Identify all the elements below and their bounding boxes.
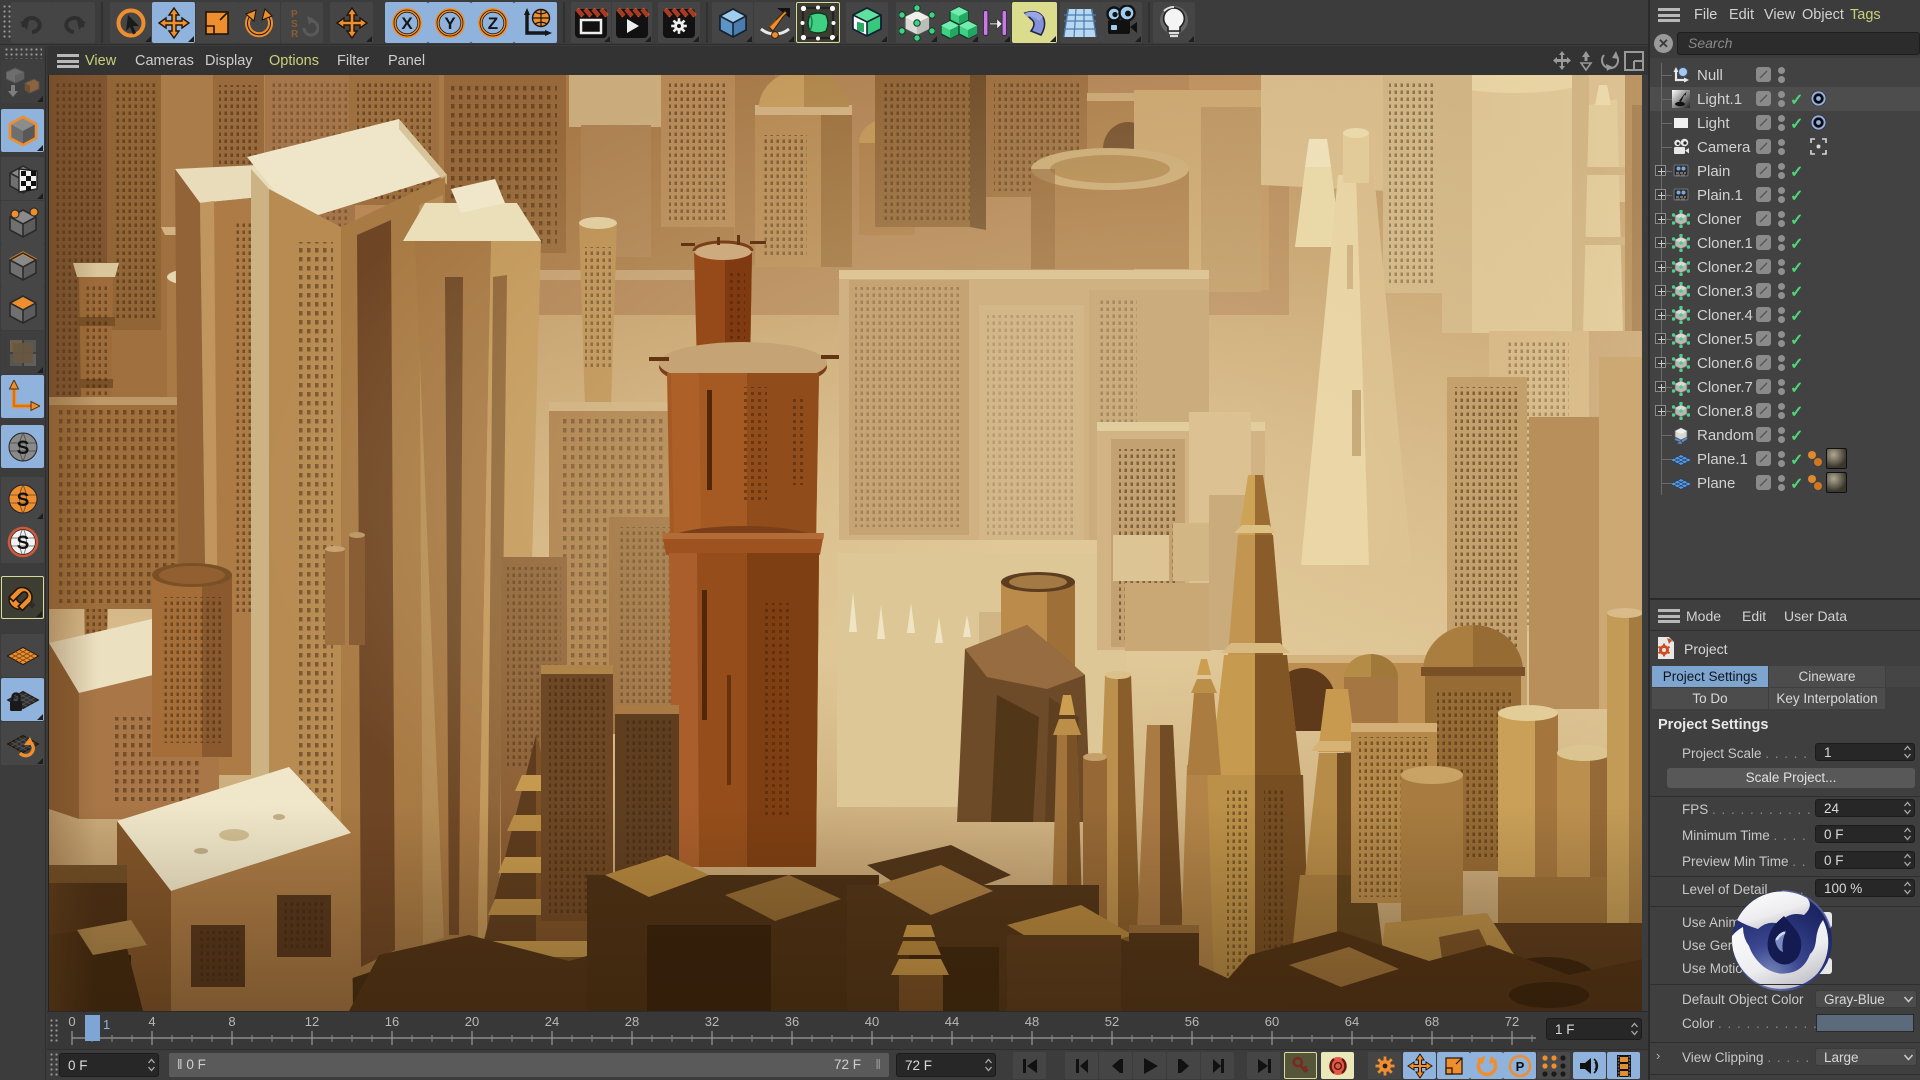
svg-text:68: 68: [1425, 1014, 1439, 1029]
svg-text:16: 16: [385, 1014, 399, 1029]
svg-text:40: 40: [865, 1014, 879, 1029]
svg-text:32: 32: [705, 1014, 719, 1029]
svg-text:4: 4: [148, 1014, 155, 1029]
svg-text:12: 12: [305, 1014, 319, 1029]
svg-text:R: R: [291, 29, 299, 40]
svg-text:60: 60: [1265, 1014, 1279, 1029]
svg-text:72: 72: [1505, 1014, 1519, 1029]
svg-text:8: 8: [228, 1014, 235, 1029]
svg-text:Y: Y: [444, 14, 456, 33]
svg-text:S: S: [16, 533, 29, 554]
svg-text:36: 36: [785, 1014, 799, 1029]
svg-text:20: 20: [465, 1014, 479, 1029]
svg-text:56: 56: [1185, 1014, 1199, 1029]
svg-text:S: S: [16, 490, 29, 511]
svg-text:P: P: [1515, 1059, 1524, 1074]
svg-text:S: S: [16, 438, 29, 459]
svg-text:52: 52: [1105, 1014, 1119, 1029]
svg-text:Z: Z: [487, 14, 497, 33]
svg-text:24: 24: [545, 1014, 559, 1029]
svg-text:48: 48: [1025, 1014, 1039, 1029]
svg-text:28: 28: [625, 1014, 639, 1029]
svg-text:X: X: [401, 14, 413, 33]
svg-text:64: 64: [1345, 1014, 1359, 1029]
svg-text:44: 44: [945, 1014, 959, 1029]
svg-text:0: 0: [68, 1014, 75, 1029]
